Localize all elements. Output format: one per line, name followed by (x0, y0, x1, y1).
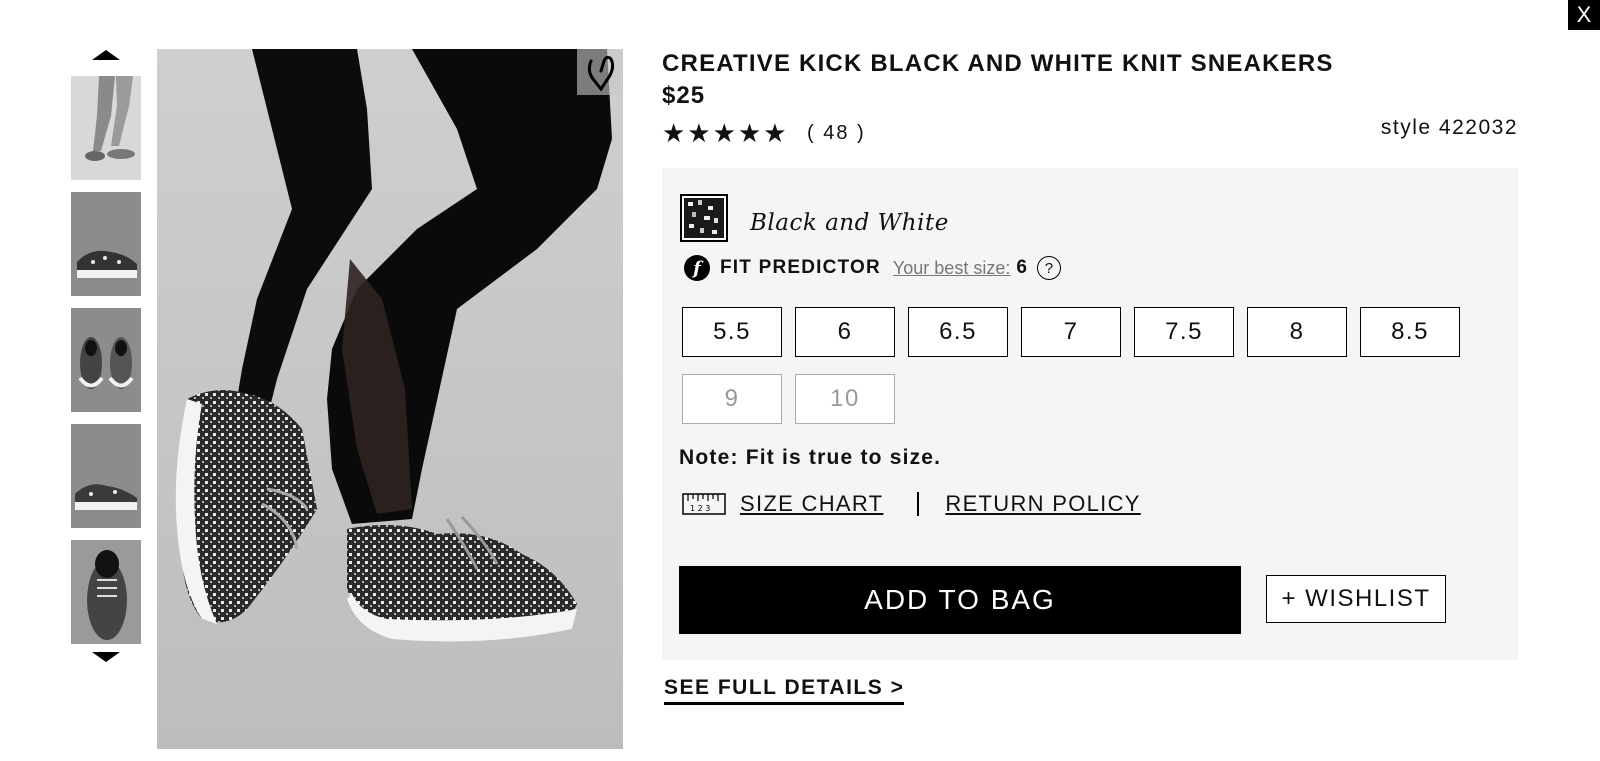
size-option[interactable]: 6.5 (908, 307, 1008, 357)
review-count[interactable]: ( 48 ) (807, 122, 866, 145)
rating-stars[interactable]: ★★★★★ (662, 118, 789, 149)
see-full-details-link[interactable]: SEE FULL DETAILS > (664, 676, 905, 705)
best-size-value: 6 (1016, 257, 1027, 278)
color-name: Black and White (750, 210, 949, 236)
product-title: CREATIVE KICK BLACK AND WHITE KNIT SNEAK… (662, 50, 1334, 77)
thumbnail-1[interactable] (71, 76, 141, 180)
purchase-options-panel: Black and White f FIT PREDICTOR Your bes… (662, 168, 1518, 660)
chevron-up-icon[interactable] (92, 50, 120, 60)
fit-predictor-label: FIT PREDICTOR (720, 257, 881, 278)
add-to-bag-button[interactable]: ADD TO BAG (679, 566, 1241, 634)
return-policy-link[interactable]: RETURN POLICY (945, 491, 1140, 517)
heart-icon (587, 55, 615, 92)
color-swatch[interactable] (680, 194, 728, 242)
thumbnail-5[interactable] (71, 540, 141, 644)
main-product-image (157, 49, 623, 749)
fit-predictor: f FIT PREDICTOR Your best size: 6 ? (684, 254, 1061, 282)
chevron-down-icon[interactable] (92, 652, 120, 662)
thumbnail-3[interactable] (71, 308, 141, 412)
size-option[interactable]: 7.5 (1134, 307, 1234, 357)
style-number: style 422032 (1380, 116, 1518, 139)
thumbnail-list (71, 76, 141, 644)
ruler-icon: 1 2 3 (682, 493, 726, 515)
wishlist-button[interactable]: + WISHLIST (1266, 575, 1446, 623)
fit-predictor-logo: f (684, 255, 710, 281)
info-links: 1 2 3 SIZE CHART RETURN POLICY (682, 488, 1141, 520)
rating-row: ★★★★★ ( 48 ) style 422032 (662, 116, 1518, 152)
size-option-unavailable[interactable]: 9 (682, 374, 782, 424)
size-option[interactable]: 7 (1021, 307, 1121, 357)
product-price: $25 (662, 82, 706, 109)
size-chart-link[interactable]: SIZE CHART (740, 491, 883, 517)
fit-note: Note: Fit is true to size. (679, 446, 942, 469)
size-option-unavailable[interactable]: 10 (795, 374, 895, 424)
favorite-button[interactable] (577, 49, 623, 95)
close-icon: X (1576, 2, 1592, 27)
thumbnail-gallery (71, 44, 141, 662)
ruler-digits: 1 2 3 (690, 504, 710, 513)
help-icon[interactable]: ? (1036, 256, 1061, 280)
size-option[interactable]: 8 (1247, 307, 1347, 357)
size-option[interactable]: 6 (795, 307, 895, 357)
thumbnail-2[interactable] (71, 192, 141, 296)
best-size-link[interactable]: Your best size: (893, 258, 1010, 279)
thumbnail-4[interactable] (71, 424, 141, 528)
product-info: CREATIVE KICK BLACK AND WHITE KNIT SNEAK… (662, 48, 1518, 152)
close-button[interactable]: X (1568, 0, 1600, 30)
link-divider (917, 492, 920, 516)
size-option[interactable]: 8.5 (1360, 307, 1460, 357)
size-option[interactable]: 5.5 (682, 307, 782, 357)
